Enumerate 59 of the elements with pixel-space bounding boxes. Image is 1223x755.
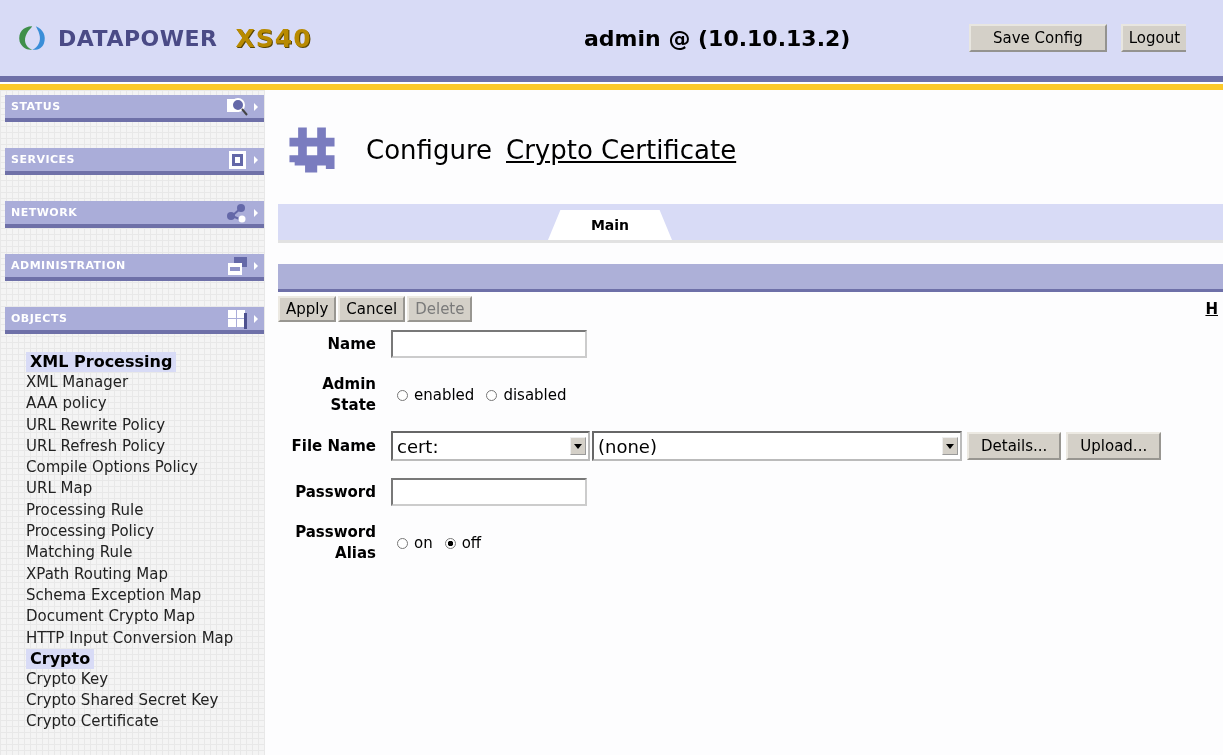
text-field[interactable] [391,330,587,358]
chevron-icon [254,261,258,270]
help-link[interactable]: H [1205,300,1218,318]
object-link[interactable]: HTTP Input Conversion Map [26,627,234,649]
field-label: Password Alias [294,522,376,564]
grid-icon [286,124,338,176]
grid-icon [226,308,248,329]
header-button[interactable]: Save Config [969,24,1107,52]
page-title: Configure [366,135,492,165]
file-button[interactable]: Details... [967,432,1062,460]
radio-label: off [461,534,482,552]
object-link[interactable]: Document Crypto Map [26,606,195,628]
dropdown[interactable]: cert: [391,431,590,461]
brand-name: DATAPOWER [58,25,218,51]
object-link[interactable]: AAA policy [26,393,107,415]
radio-label: on [414,534,433,552]
radio-label: enabled [414,386,475,404]
object-link[interactable]: URL Rewrite Policy [26,414,166,436]
action-button[interactable]: Apply [278,296,337,322]
group-heading: Crypto [26,648,95,669]
chevron-icon [254,208,258,217]
field-label: Name [326,333,376,355]
object-link[interactable]: Compile Options Policy [26,457,198,479]
chevron-icon [254,314,258,323]
radio-button[interactable] [486,389,498,401]
magnifier-icon [226,96,248,117]
object-link[interactable]: Crypto Key [26,668,109,691]
square-icon [226,149,248,170]
network-icon [226,202,248,223]
chevron-icon [254,155,258,164]
file-button[interactable]: Upload... [1066,432,1162,460]
windows-icon [226,255,248,276]
object-link[interactable]: URL Refresh Policy [26,435,166,458]
radio-button[interactable] [444,537,456,549]
object-type-link[interactable]: Crypto Certificate [506,135,737,165]
object-link[interactable]: XPath Routing Map [26,563,168,585]
object-link[interactable]: XML Manager [26,372,129,394]
model-name: XS40 [235,23,312,53]
radio-button[interactable] [397,389,408,401]
text-field[interactable] [391,478,587,506]
object-link[interactable]: Crypto Certificate [26,711,159,733]
action-button[interactable]: Cancel [338,296,406,322]
group-heading: XML Processing [26,352,177,372]
object-link[interactable]: Matching Rule [26,542,133,564]
header-button[interactable]: Logout [1120,24,1187,52]
user-host: admin @ (10.10.13.2) [584,25,852,51]
dropdown[interactable]: (none) [592,431,962,461]
object-link[interactable]: URL Map [26,478,93,500]
radio-label: disabled [503,386,567,404]
tab[interactable]: Main [548,210,672,240]
object-link[interactable]: Processing Policy [26,521,154,543]
chevron-icon [254,102,258,111]
field-label: File Name [290,435,376,457]
object-link[interactable]: Processing Rule [26,499,144,522]
field-label: Password [294,481,376,503]
field-label: Admin State [321,374,376,416]
object-link[interactable]: Crypto Shared Secret Key [26,690,219,712]
radio-button[interactable] [397,537,408,549]
object-link[interactable]: Schema Exception Map [26,584,202,607]
